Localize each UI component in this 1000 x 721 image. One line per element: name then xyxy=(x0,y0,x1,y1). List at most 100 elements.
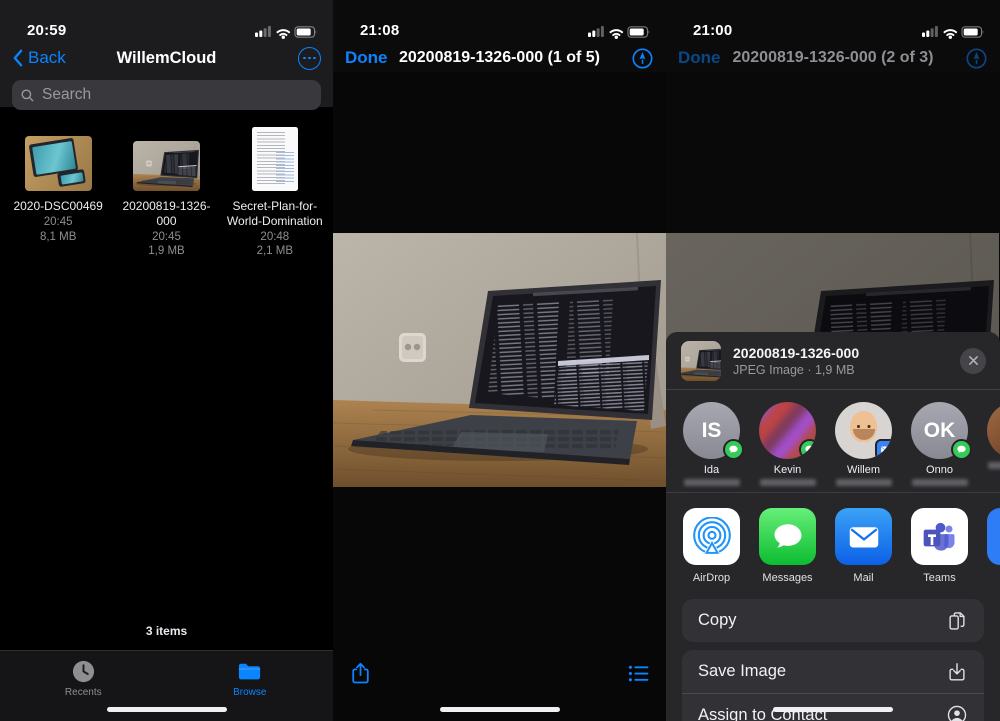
app-label: Z xyxy=(987,572,1000,584)
search-bar[interactable] xyxy=(12,80,321,110)
viewer-header-dimmed: 21:00 Done 20200819-1326-000 (2 of 3) xyxy=(666,0,1000,72)
app-messages[interactable]: Messages xyxy=(759,508,816,599)
tab-label: Browse xyxy=(233,687,266,698)
folder-icon xyxy=(237,659,262,684)
file-size: 2,1 MB xyxy=(257,245,293,257)
app-partial[interactable]: Z xyxy=(987,508,1000,599)
viewer-nav-bar: Done 20200819-1326-000 (1 of 5) xyxy=(333,44,666,72)
photo-ipad-on-desk[interactable] xyxy=(333,233,666,487)
items-count: 3 items xyxy=(0,624,333,638)
avatar xyxy=(759,402,816,459)
file-name: 2020-DSC00469 xyxy=(5,199,111,214)
files-nav-bar: Back WillemCloud xyxy=(0,44,333,72)
redacted-detail xyxy=(836,479,892,486)
teams-icon xyxy=(920,517,960,557)
files-header: 20:59 Back WillemCloud xyxy=(0,0,333,107)
action-save-image[interactable]: Save Image xyxy=(682,650,984,693)
airdrop-icon xyxy=(692,517,732,557)
markup-button[interactable] xyxy=(631,47,654,70)
home-indicator[interactable] xyxy=(773,707,893,712)
contact-name: Ida xyxy=(704,464,719,476)
avatar-memoji xyxy=(835,402,892,459)
share-sheet: 20200819-1326-000 JPEG Image · 1,9 MB IS… xyxy=(666,332,1000,721)
app-label: Mail xyxy=(835,572,892,584)
home-indicator[interactable] xyxy=(107,707,227,712)
markup-pen-icon xyxy=(631,47,654,70)
mail-icon xyxy=(846,519,882,555)
file-name: Secret-Plan-for-World-Domination xyxy=(222,199,328,228)
status-bar: 21:00 xyxy=(666,0,1000,44)
file-name: 20200819-1326-000 xyxy=(113,199,219,228)
avatar xyxy=(987,402,1000,459)
contact-partial[interactable] xyxy=(987,402,1000,492)
close-button[interactable] xyxy=(960,348,986,374)
contact-ida[interactable]: IS Ida xyxy=(683,402,740,492)
tab-label: Recents xyxy=(65,687,102,698)
status-icons xyxy=(255,25,319,39)
shared-file-meta: JPEG Image · 1,9 MB xyxy=(733,363,859,377)
chevron-left-icon xyxy=(12,49,23,67)
status-bar: 21:08 xyxy=(333,0,666,44)
file-thumbnail xyxy=(681,341,721,381)
action-copy[interactable]: Copy xyxy=(682,599,984,642)
file-item[interactable]: 20200819-1326-000 20:45 1,9 MB xyxy=(112,123,220,257)
mail-badge-icon xyxy=(875,439,892,459)
contact-kevin[interactable]: Kevin xyxy=(759,402,816,492)
search-icon xyxy=(20,88,35,103)
file-size: 8,1 MB xyxy=(40,231,76,243)
app-mail[interactable]: Mail xyxy=(835,508,892,599)
file-thumbnail-document xyxy=(252,123,298,191)
status-time: 21:00 xyxy=(693,22,732,39)
messages-badge-icon xyxy=(723,439,744,460)
done-button[interactable]: Done xyxy=(678,48,721,68)
close-icon xyxy=(968,355,979,366)
messages-badge-icon xyxy=(951,439,972,460)
person-circle-icon xyxy=(946,704,968,721)
file-grid: 2020-DSC00469 20:45 8,1 MB 20200819-1326… xyxy=(0,107,333,257)
markup-button[interactable] xyxy=(965,47,988,70)
done-button[interactable]: Done xyxy=(345,48,388,68)
app-teams[interactable]: Teams xyxy=(911,508,968,599)
shared-file-title: 20200819-1326-000 xyxy=(733,345,859,361)
share-icon[interactable] xyxy=(348,661,373,686)
action-label: Save Image xyxy=(698,662,786,681)
search-input[interactable] xyxy=(40,85,313,105)
airdrop-contacts-row: IS Ida Kevin xyxy=(666,390,1000,493)
status-icons xyxy=(922,25,986,39)
file-item[interactable]: 2020-DSC00469 20:45 8,1 MB xyxy=(4,123,112,257)
messages-badge-icon xyxy=(799,439,816,459)
share-sheet-panel: 21:00 Done 20200819-1326-000 (2 of 3) 20… xyxy=(666,0,1000,721)
action-label: Copy xyxy=(698,611,737,630)
status-icons xyxy=(588,25,652,39)
redacted-detail xyxy=(912,479,968,486)
more-options-button[interactable] xyxy=(298,47,321,70)
app-label: Teams xyxy=(911,572,968,584)
contact-name: Kevin xyxy=(774,464,802,476)
status-time: 21:08 xyxy=(360,22,399,39)
contact-willem[interactable]: Willem xyxy=(835,402,892,492)
files-app-panel: 20:59 Back WillemCloud 2020 xyxy=(0,0,333,721)
app-airdrop[interactable]: AirDrop xyxy=(683,508,740,599)
avatar: OK xyxy=(911,402,968,459)
file-time: 20:48 xyxy=(260,231,289,243)
redacted-detail xyxy=(684,479,740,486)
back-button[interactable]: Back xyxy=(12,48,66,68)
home-indicator[interactable] xyxy=(440,707,560,712)
viewer-toolbar xyxy=(333,661,666,686)
share-apps-row: AirDrop Messages Mail Teams Z xyxy=(666,493,1000,599)
contact-onno[interactable]: OK Onno xyxy=(911,402,968,492)
file-thumbnail-laptop-photo xyxy=(133,123,200,191)
app-label: Messages xyxy=(759,572,816,584)
contact-name: Willem xyxy=(847,464,880,476)
list-view-icon[interactable] xyxy=(626,661,651,686)
contact-name: Onno xyxy=(926,464,953,476)
viewer-header: 21:08 Done 20200819-1326-000 (1 of 5) xyxy=(333,0,666,72)
file-item[interactable]: Secret-Plan-for-World-Domination 20:48 2… xyxy=(221,123,329,257)
screenshot-root: 20:59 Back WillemCloud 2020 xyxy=(0,0,1000,721)
avatar: IS xyxy=(683,402,740,459)
download-icon xyxy=(946,661,968,683)
file-time: 20:45 xyxy=(152,231,181,243)
status-time: 20:59 xyxy=(27,22,66,39)
status-bar: 20:59 xyxy=(0,0,333,44)
redacted-detail xyxy=(760,479,816,486)
